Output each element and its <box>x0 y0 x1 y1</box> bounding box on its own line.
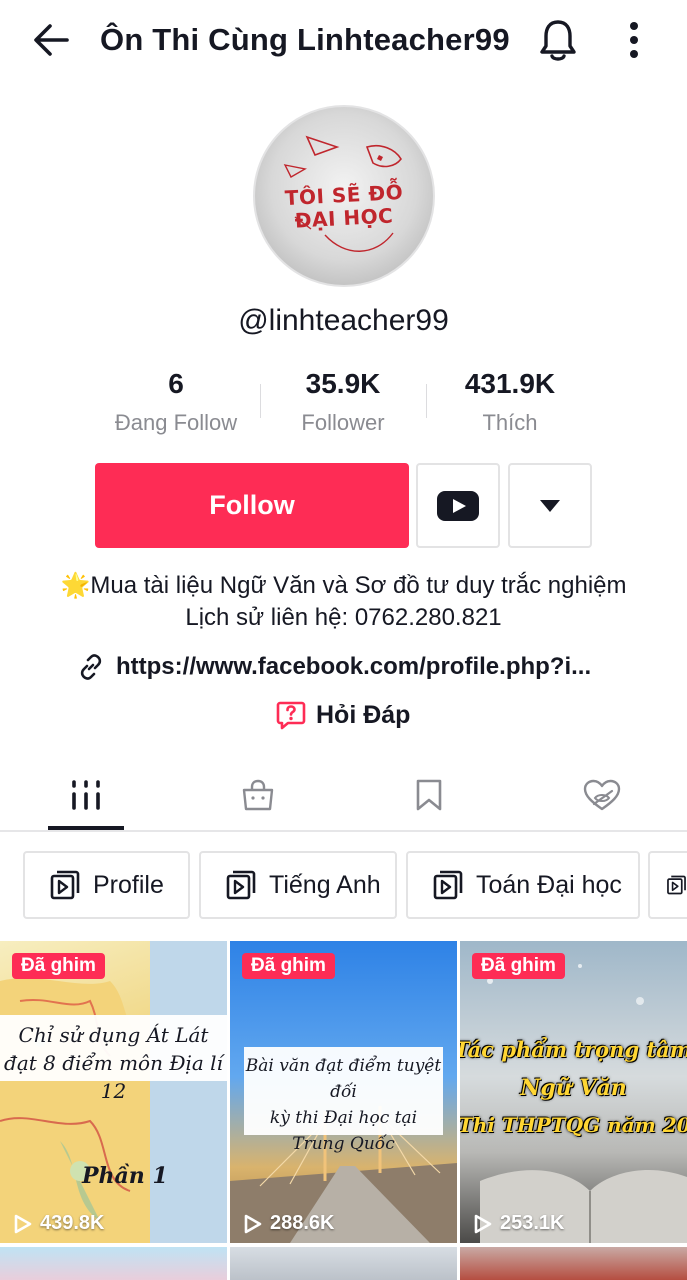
bookmark-icon <box>416 779 442 811</box>
avatar[interactable]: TÔI SẼ ĐỖ ĐẠI HỌC <box>253 105 435 287</box>
suggested-accounts-button[interactable] <box>508 463 592 548</box>
playlist-chip[interactable]: Profile <box>23 851 190 919</box>
play-outline-icon <box>244 1214 262 1233</box>
caption-line: kỳ thi Đại học tại <box>269 1108 418 1128</box>
pinned-badge: Đã ghim <box>472 953 565 979</box>
video-thumbnail[interactable]: Chỉ sử dụng Át Lát đạt 8 điểm môn Địa lí… <box>0 941 227 1243</box>
video-caption: Chỉ sử dụng Át Lát đạt 8 điểm môn Địa lí… <box>0 1015 227 1103</box>
caption-line: Bài văn đạt điểm tuyệt đối <box>245 1056 442 1102</box>
likes-label: Thích <box>482 410 538 435</box>
playlist-label: Toán Đại học <box>476 870 622 899</box>
caption-line: Tác phẩm trọng tâm môn <box>460 1037 687 1062</box>
view-count-text: 439.8K <box>40 1212 105 1234</box>
playlist-icon <box>667 875 686 895</box>
bell-icon <box>540 20 576 61</box>
view-count-text: 288.6K <box>270 1212 335 1234</box>
tab-liked[interactable] <box>562 760 642 830</box>
arrow-left-icon <box>34 24 69 56</box>
video-thumbnail[interactable] <box>0 1247 227 1280</box>
tab-shop[interactable] <box>218 760 298 830</box>
caption-line: Ngữ Văn <box>520 1075 627 1101</box>
playlist-icon <box>50 870 80 900</box>
video-caption: Bài văn đạt điểm tuyệt đối kỳ thi Đại họ… <box>244 1047 443 1154</box>
video-thumbnail[interactable] <box>460 1247 687 1280</box>
caption-line: Trung Quốc <box>292 1134 395 1154</box>
qa-button[interactable]: Hỏi Đáp <box>276 698 410 732</box>
active-tab-indicator <box>48 826 124 830</box>
video-thumbnail[interactable]: Tác phẩm trọng tâm môn Ngữ Văn Thi THPTQ… <box>460 941 687 1243</box>
follow-button[interactable]: Follow <box>95 463 409 548</box>
bio-text: 🌟Mua tài liệu Ngữ Văn và Sơ đồ tư duy tr… <box>60 572 627 631</box>
video-thumbnail[interactable]: Bài văn đạt điểm tuyệt đối kỳ thi Đại họ… <box>230 941 457 1243</box>
following-count: 6 <box>168 368 184 399</box>
youtube-icon <box>437 490 479 521</box>
video-part-label: Phần 1 <box>82 1163 168 1189</box>
caption-line: Chỉ sử dụng Át Lát <box>18 1023 209 1047</box>
grid-icon <box>72 780 100 810</box>
playlist-label: Profile <box>93 870 164 899</box>
tab-favorites[interactable] <box>389 760 469 830</box>
likes-count: 431.9K <box>464 368 556 399</box>
playlist-icon <box>226 870 256 900</box>
question-chat-icon <box>276 701 306 730</box>
view-count: 288.6K <box>242 1212 335 1235</box>
follower-label: Follower <box>301 410 385 435</box>
playlist-chip[interactable]: Toán Đại học <box>406 851 640 919</box>
caption-line: Thi THPTQG năm 2023 <box>460 1113 687 1137</box>
pinned-badge: Đã ghim <box>12 953 105 979</box>
heart-hidden-icon <box>583 779 621 811</box>
youtube-button[interactable] <box>416 463 500 548</box>
view-count-text: 253.1K <box>500 1212 565 1234</box>
playlist-chip[interactable] <box>648 851 687 919</box>
tab-videos[interactable] <box>46 760 126 830</box>
following-label: Đang Follow <box>114 410 238 435</box>
more-vertical-icon <box>630 22 638 58</box>
back-button[interactable] <box>28 20 74 60</box>
likes-stat: 431.9K Thích <box>426 366 594 436</box>
caret-down-icon <box>540 499 560 512</box>
profile-link-text: https://www.facebook.com/profile.php?i..… <box>116 653 592 680</box>
top-bar: Ôn Thi Cùng Linhteacher99 <box>0 0 687 82</box>
profile-link[interactable]: https://www.facebook.com/profile.php?i..… <box>78 650 591 684</box>
view-count: 253.1K <box>472 1212 565 1235</box>
username: @linhteacher99 <box>238 304 449 337</box>
playlist-icon <box>433 870 463 900</box>
play-outline-icon <box>14 1214 32 1233</box>
view-count: 439.8K <box>12 1212 105 1235</box>
caption-line: đạt 8 điểm môn Địa lí 12 <box>4 1051 223 1103</box>
profile-tabs <box>0 760 687 832</box>
pinned-badge: Đã ghim <box>242 953 335 979</box>
page-title: Ôn Thi Cùng Linhteacher99 <box>100 22 510 57</box>
playlist-label: Tiếng Anh <box>269 870 381 899</box>
play-outline-icon <box>474 1214 492 1233</box>
link-icon <box>80 654 102 680</box>
shopping-bag-icon <box>242 779 274 811</box>
qa-label: Hỏi Đáp <box>316 700 411 729</box>
video-thumbnail[interactable] <box>230 1247 457 1280</box>
playlist-chip[interactable]: Tiếng Anh <box>199 851 397 919</box>
follower-count: 35.9K <box>305 368 381 399</box>
notification-button[interactable] <box>532 16 584 64</box>
following-stat[interactable]: 6 Đang Follow <box>92 366 260 436</box>
follower-stat[interactable]: 35.9K Follower <box>259 366 427 436</box>
more-options-button[interactable] <box>614 16 654 64</box>
